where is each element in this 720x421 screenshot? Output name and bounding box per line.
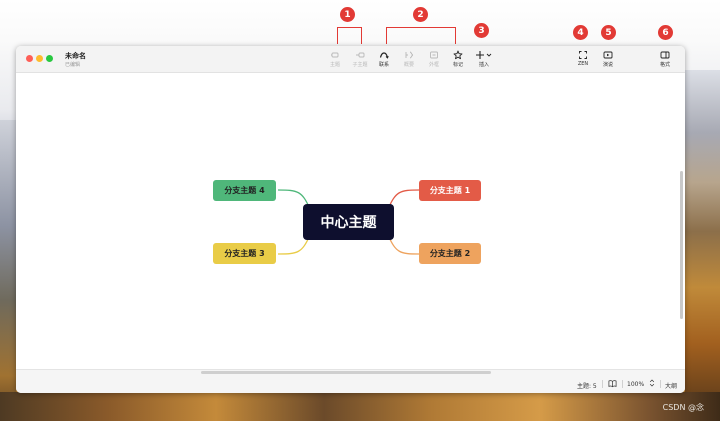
format-panel-icon bbox=[660, 51, 670, 59]
branch-topic-1[interactable]: 分支主题 1 bbox=[419, 180, 481, 201]
pitch-label: 演说 bbox=[602, 62, 613, 68]
topic-label: 主题 bbox=[329, 62, 340, 68]
zoom-stepper-icon[interactable] bbox=[649, 379, 655, 389]
branch-topic-2[interactable]: 分支主题 2 bbox=[419, 243, 481, 264]
book-icon bbox=[608, 380, 617, 388]
divider bbox=[622, 380, 623, 388]
pitch-button[interactable]: 演说 bbox=[595, 50, 621, 70]
zen-fullscreen-icon bbox=[579, 51, 587, 59]
relationship-label: 联系 bbox=[378, 62, 389, 68]
boundary-icon bbox=[430, 51, 438, 59]
subtopic-icon bbox=[356, 52, 365, 58]
subtopic-button[interactable]: 子主题 bbox=[347, 50, 373, 70]
relationship-button[interactable]: 联系 bbox=[371, 50, 397, 70]
close-window-button[interactable] bbox=[26, 55, 33, 62]
callout-bracket-1 bbox=[337, 27, 362, 44]
plus-icon bbox=[476, 51, 492, 59]
status-bar: 主题: 5 100% 大纲 bbox=[16, 369, 685, 393]
branch-topic-4[interactable]: 分支主题 4 bbox=[213, 180, 276, 201]
star-icon bbox=[453, 50, 463, 60]
zoom-window-button[interactable] bbox=[46, 55, 53, 62]
relationship-icon bbox=[379, 52, 389, 59]
zen-label: ZEN bbox=[577, 61, 589, 67]
horizontal-scrollbar[interactable] bbox=[201, 371, 491, 374]
watermark: CSDN @念 bbox=[662, 403, 704, 412]
callout-bracket-2 bbox=[386, 27, 456, 44]
insert-button[interactable]: 插入 bbox=[471, 50, 497, 70]
topic-icon bbox=[331, 52, 339, 58]
callout-badge-4: 4 bbox=[573, 25, 588, 40]
callout-badge-1: 1 bbox=[340, 7, 355, 22]
insert-label: 插入 bbox=[478, 62, 489, 68]
branch-topic-3[interactable]: 分支主题 3 bbox=[213, 243, 276, 264]
marker-label: 标记 bbox=[452, 62, 463, 68]
document-title[interactable]: 未命名 bbox=[65, 51, 86, 61]
central-topic[interactable]: 中心主题 bbox=[303, 204, 394, 240]
outline-button[interactable]: 大纲 bbox=[665, 381, 677, 390]
summary-icon bbox=[405, 51, 414, 59]
subtopic-label: 子主题 bbox=[352, 62, 368, 68]
callout-badge-2: 2 bbox=[413, 7, 428, 22]
boundary-button[interactable]: 外框 bbox=[421, 50, 447, 70]
toolbar: 未命名 已编辑 主题 子主题 联系 概要 外框 标记 插入 ZEN 演说 格式 bbox=[16, 46, 685, 73]
pitch-icon bbox=[603, 51, 613, 59]
marker-button[interactable]: 标记 bbox=[445, 50, 471, 70]
minimize-window-button[interactable] bbox=[36, 55, 43, 62]
zen-button[interactable]: ZEN bbox=[570, 50, 596, 70]
document-status: 已编辑 bbox=[65, 62, 81, 68]
format-button[interactable]: 格式 bbox=[652, 50, 678, 70]
boundary-label: 外框 bbox=[428, 62, 439, 68]
callout-badge-5: 5 bbox=[601, 25, 616, 40]
callout-badge-3: 3 bbox=[474, 23, 489, 38]
divider bbox=[660, 380, 661, 388]
mindmap-canvas[interactable]: 中心主题 分支主题 1 分支主题 2 分支主题 3 分支主题 4 bbox=[16, 73, 685, 369]
vertical-scrollbar[interactable] bbox=[680, 171, 683, 319]
format-label: 格式 bbox=[659, 62, 670, 68]
map-view-button[interactable] bbox=[608, 379, 617, 390]
topic-button[interactable]: 主题 bbox=[322, 50, 348, 70]
summary-button[interactable]: 概要 bbox=[396, 50, 422, 70]
app-window: 未命名 已编辑 主题 子主题 联系 概要 外框 标记 插入 ZEN 演说 格式 … bbox=[16, 46, 685, 393]
summary-label: 概要 bbox=[403, 62, 414, 68]
topic-count: 主题: 5 bbox=[577, 383, 597, 390]
zoom-level[interactable]: 100% bbox=[627, 381, 644, 388]
callout-badge-6: 6 bbox=[658, 25, 673, 40]
divider bbox=[602, 380, 603, 388]
